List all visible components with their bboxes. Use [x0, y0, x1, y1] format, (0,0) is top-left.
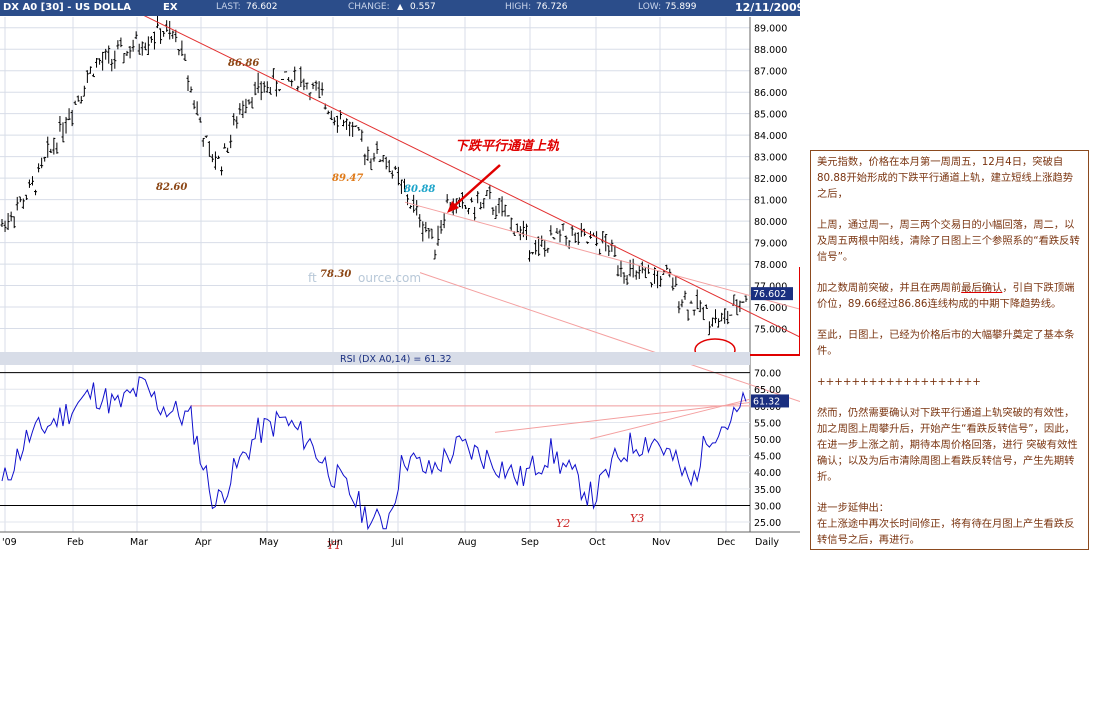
date-label: 12/11/2009	[735, 1, 805, 14]
x-tick-label: Dec	[717, 537, 735, 548]
watermark: ource.com	[358, 271, 421, 285]
last-label: LAST:	[216, 2, 241, 12]
note-paragraph-7: 进一步延伸出： 在上涨途中再次长时间修正，将有待在月图上产生看跌反转信号之后，再…	[817, 502, 1075, 546]
high-value: 76.726	[536, 2, 568, 12]
chart-header-bar: DX A0 [30] - US DOLLA EX LAST: 76.602 CH…	[0, 0, 804, 16]
x-tick-label: Jun	[327, 537, 343, 548]
rsi-label-Y2: Y2	[556, 517, 570, 530]
price-label-78.30: 78.30	[320, 269, 351, 280]
symbol-tail-label: EX	[163, 2, 178, 13]
rsi-tick-label: 30.00	[754, 501, 781, 512]
price-tick-label: 75.000	[754, 325, 787, 336]
x-tick-label: Mar	[130, 537, 148, 548]
x-tick-label: Feb	[67, 537, 84, 548]
price-tick-label: 82.000	[754, 174, 787, 185]
rsi-tick-label: 40.00	[754, 468, 781, 479]
change-value: 0.557	[410, 2, 436, 12]
x-tick-label: Sep	[521, 537, 539, 548]
x-tick-label: Apr	[195, 537, 212, 548]
price-tick-label: 85.000	[754, 110, 787, 121]
rsi-tick-label: 45.00	[754, 452, 781, 463]
x-tick-label: Daily	[755, 537, 779, 548]
rsi-tick-label: 55.00	[754, 418, 781, 429]
x-tick-label: May	[259, 537, 279, 548]
price-tick-label: 86.000	[754, 88, 787, 99]
rsi-header-label: RSI (DX A0,14) = 61.32	[340, 354, 452, 365]
symbol-label: DX A0 [30] - US DOLLA	[3, 2, 131, 13]
x-tick-label: Nov	[652, 537, 671, 548]
rsi-tick-label: 70.00	[754, 369, 781, 380]
note-p3-highlight: 最后确认	[961, 282, 1003, 294]
up-triangle-icon: ▲	[397, 2, 404, 11]
low-value: 75.899	[665, 2, 697, 12]
high-label: HIGH:	[505, 2, 532, 12]
note-p3-a: 加之数周前突破，并且在两周前	[817, 282, 962, 294]
rsi-tick-label: 50.00	[754, 435, 781, 446]
x-tick-label: Oct	[589, 537, 606, 548]
price-tick-label: 89.000	[754, 24, 787, 35]
chart-area: 89.000 88.000 87.000 86.000 85.000 84.000 83.0…	[0, 0, 804, 552]
price-tick-label: 81.000	[754, 196, 787, 207]
price-tick-label: 87.000	[754, 67, 787, 78]
price-tick-label: 80.000	[754, 217, 787, 228]
price-tick-label: 88.000	[754, 45, 787, 56]
price-label-80.88: 80.88	[404, 184, 435, 195]
note-separator: +++++++++++++++++++	[817, 376, 981, 388]
price-label-82.60: 82.60	[156, 182, 187, 193]
low-label: LOW:	[638, 2, 662, 12]
last-value: 76.602	[246, 2, 278, 12]
annotation-label: 下跌平行通道上轨	[455, 138, 560, 154]
x-tick-label: Jul	[391, 537, 403, 548]
price-tick-label: 84.000	[754, 131, 787, 142]
price-tick-label: 78.000	[754, 260, 787, 271]
x-tick-label: '09	[2, 537, 17, 548]
note-paragraph-4: 至此，日图上，已经为价格后市的大幅攀升奠定了基本条件。	[817, 329, 1075, 357]
note-paragraph-2: 上周，通过周一，周三两个交易日的小幅回落，周二，以及周五两根中阳线，清除了日图上…	[817, 219, 1080, 263]
analysis-note-box: 美元指数，价格在本月第一周周五，12月4日，突破自80.88开始形成的下跌平行通…	[810, 150, 1089, 550]
x-tick-label: Aug	[458, 537, 477, 548]
note-paragraph-6: 然而，仍然需要确认对下跌平行通道上轨突破的有效性，加之周图上周攀升后，开始产生“…	[817, 407, 1078, 483]
price-tick-label: 79.000	[754, 239, 787, 250]
rsi-last-tag: 61.32	[753, 396, 780, 407]
rsi-label-Y3: Y3	[630, 512, 644, 525]
change-label: CHANGE:	[348, 2, 390, 12]
last-price-tag: 76.602	[753, 289, 786, 300]
price-chart-svg: 89.000 88.000 87.000 86.000 85.000 84.000 83.0…	[0, 5, 800, 552]
price-label-89.47: 89.47	[332, 173, 363, 184]
price-label-86.86: 86.86	[228, 58, 259, 69]
note-paragraph-1: 美元指数，价格在本月第一周周五，12月4日，突破自80.88开始形成的下跌平行通…	[817, 156, 1074, 200]
note-paragraph-3: 加之数周前突破，并且在两周前最后确认，引自下跌顶端价位，89.66经过86.86…	[817, 280, 1082, 312]
rsi-tick-label: 35.00	[754, 485, 781, 496]
price-tick-label: 83.000	[754, 153, 787, 164]
watermark-prefix: ft	[308, 271, 317, 285]
rsi-tick-label: 25.00	[754, 518, 781, 529]
